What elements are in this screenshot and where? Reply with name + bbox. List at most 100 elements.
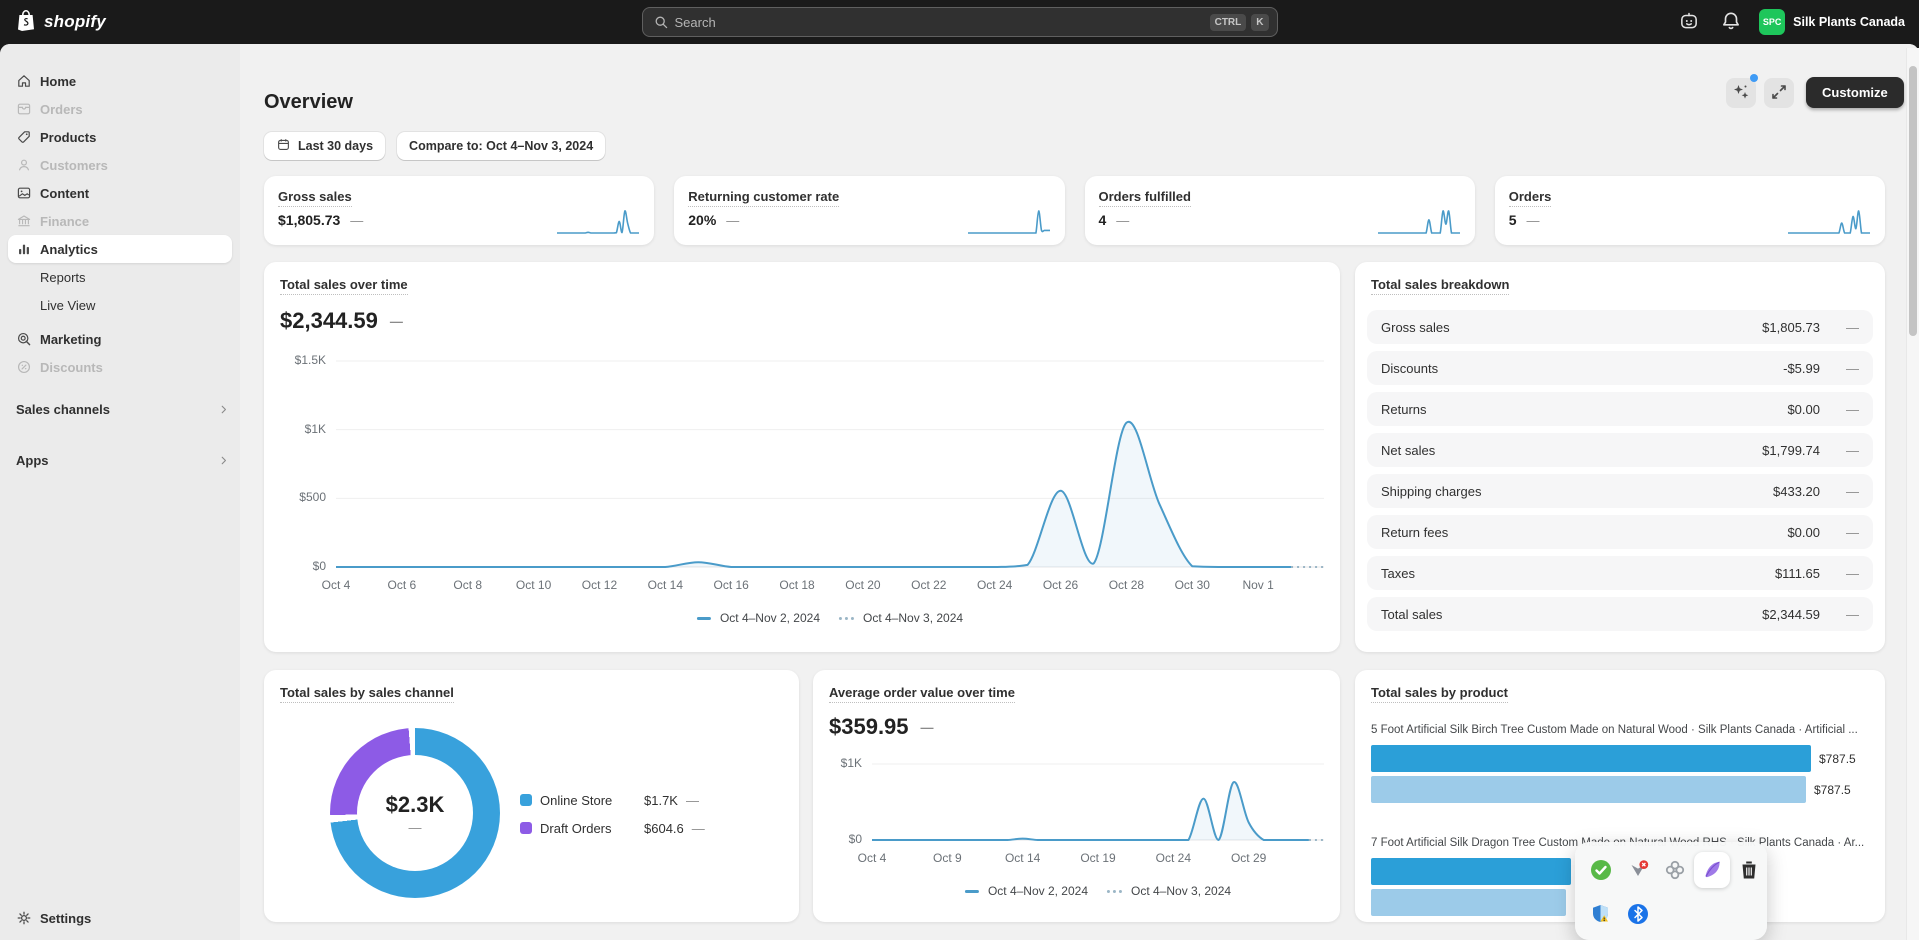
metric-value: 4 bbox=[1098, 212, 1107, 228]
compare-label: Compare to: Oct 4–Nov 3, 2024 bbox=[409, 139, 594, 153]
filter-row: Last 30 days Compare to: Oct 4–Nov 3, 20… bbox=[264, 132, 606, 160]
shield-warning-icon[interactable] bbox=[1589, 902, 1613, 926]
breakdown-row-return-fees[interactable]: Return fees $0.00 — bbox=[1367, 515, 1873, 549]
x-axis-label: Oct 29 bbox=[1230, 851, 1267, 865]
feather-icon[interactable] bbox=[1700, 858, 1724, 882]
sidebar-item-orders[interactable]: Orders bbox=[8, 95, 232, 123]
shopify-bag-icon bbox=[14, 8, 38, 37]
y-axis-label: $0 bbox=[848, 832, 862, 846]
trash-icon[interactable] bbox=[1737, 858, 1761, 882]
x-axis-label: Oct 8 bbox=[453, 578, 483, 592]
clover-icon[interactable] bbox=[1663, 858, 1687, 882]
x-axis-label: Oct 19 bbox=[1080, 851, 1116, 865]
compare-button[interactable]: Compare to: Oct 4–Nov 3, 2024 bbox=[397, 132, 606, 160]
calendar-icon bbox=[276, 137, 291, 155]
sidebar-section-sales-channels[interactable]: Sales channels bbox=[0, 395, 240, 423]
sidebar-nav: Home Orders Products Customers Content Financ… bbox=[8, 67, 232, 381]
sidebar-item-reports[interactable]: Reports bbox=[8, 263, 232, 291]
x-axis-label: Oct 26 bbox=[1042, 578, 1079, 592]
x-axis-label: Nov 1 bbox=[1242, 578, 1274, 592]
no-comparison-marker: — bbox=[726, 212, 740, 228]
legend-previous-label: Oct 4–Nov 3, 2024 bbox=[1131, 884, 1232, 898]
sidekick-icon bbox=[1678, 12, 1700, 35]
sidebar-item-label: Home bbox=[40, 73, 77, 89]
x-axis-label: Oct 10 bbox=[515, 578, 552, 592]
metric-sparkline bbox=[1787, 206, 1871, 241]
total-sales-breakdown-title[interactable]: Total sales breakdown bbox=[1371, 277, 1510, 295]
store-name: Silk Plants Canada bbox=[1793, 15, 1905, 29]
customize-button[interactable]: Customize bbox=[1806, 77, 1904, 108]
x-axis-label: Oct 12 bbox=[581, 578, 618, 592]
bluetooth-icon[interactable] bbox=[1626, 902, 1650, 926]
sidebar-item-marketing[interactable]: Marketing bbox=[8, 325, 232, 353]
store-account-menu[interactable]: SPC Silk Plants Canada bbox=[1759, 9, 1905, 35]
sidebar-item-label: Products bbox=[40, 129, 97, 145]
x-axis-label: Oct 24 bbox=[1155, 851, 1192, 865]
sidebar-item-content[interactable]: Content bbox=[8, 179, 232, 207]
x-axis-label: Oct 18 bbox=[779, 578, 815, 592]
total-sales-by-product-title[interactable]: Total sales by product bbox=[1371, 685, 1509, 703]
breakdown-row-discounts[interactable]: Discounts -$5.99 — bbox=[1367, 351, 1873, 385]
metric-title: Orders fulfilled bbox=[1098, 189, 1191, 207]
x-axis-label: Oct 24 bbox=[976, 578, 1013, 592]
sidebar-item-analytics[interactable]: Analytics bbox=[8, 235, 232, 263]
discounts-icon bbox=[16, 359, 32, 375]
notification-dot bbox=[1750, 74, 1758, 82]
metric-card-gross-sales[interactable]: Gross sales $1,805.73 — bbox=[264, 176, 655, 245]
no-comparison-marker: — bbox=[1846, 319, 1859, 335]
total-sales-value: $2,344.59 bbox=[280, 308, 378, 333]
no-comparison-marker: — bbox=[1846, 442, 1859, 458]
x-axis-label: Oct 14 bbox=[647, 578, 684, 592]
total-sales-breakdown-card: Total sales breakdown Gross sales $1,805.… bbox=[1355, 262, 1885, 652]
breakdown-row-gross-sales[interactable]: Gross sales $1,805.73 — bbox=[1367, 310, 1873, 344]
search-icon bbox=[653, 14, 669, 30]
y-axis-label: $1.5K bbox=[294, 353, 326, 367]
breakdown-row-net-sales[interactable]: Net sales $1,799.74 — bbox=[1367, 433, 1873, 467]
average-order-value-title[interactable]: Average order value over time bbox=[829, 685, 1015, 703]
analytics-assistant-button[interactable] bbox=[1726, 78, 1756, 108]
y-axis-label: $500 bbox=[299, 490, 326, 505]
page-scrollbar[interactable] bbox=[1906, 48, 1919, 940]
date-range-button[interactable]: Last 30 days bbox=[264, 132, 386, 160]
breakdown-row-taxes[interactable]: Taxes $111.65 — bbox=[1367, 556, 1873, 590]
donut-total: $2.3K bbox=[385, 791, 445, 817]
sidebar-item-label: Settings bbox=[40, 910, 92, 926]
no-comparison-marker: — bbox=[1846, 360, 1859, 376]
page-title: Overview bbox=[264, 91, 353, 114]
metric-card-returning-customer-rate[interactable]: Returning customer rate 20% — bbox=[674, 176, 1065, 245]
sidebar-item-customers[interactable]: Customers bbox=[8, 151, 232, 179]
product-name: 5 Foot Artificial Silk Birch Tree Custom… bbox=[1371, 724, 1858, 736]
global-search-input[interactable]: Search CTRL K bbox=[641, 7, 1278, 37]
fullscreen-button[interactable] bbox=[1764, 78, 1794, 108]
sidebar-item-discounts[interactable]: Discounts bbox=[8, 353, 232, 381]
metric-card-orders-fulfilled[interactable]: Orders fulfilled 4 — bbox=[1084, 176, 1475, 245]
shopify-wordmark: shopify bbox=[44, 12, 106, 31]
main-content: Overview Customize Last 30 days Compare … bbox=[240, 44, 1919, 940]
breakdown-row-returns[interactable]: Returns $0.00 — bbox=[1367, 392, 1873, 426]
shopify-logo[interactable]: shopify bbox=[0, 8, 106, 37]
sidebar-item-finance[interactable]: Finance bbox=[8, 207, 232, 235]
browser-extension-toolbar bbox=[1575, 842, 1767, 940]
gray-logo-red-badge-icon[interactable] bbox=[1626, 858, 1650, 882]
total-sales-by-channel-title[interactable]: Total sales by sales channel bbox=[280, 685, 454, 703]
no-comparison-marker: — bbox=[1116, 212, 1130, 228]
breakdown-row-total-sales[interactable]: Total sales $2,344.59 — bbox=[1367, 597, 1873, 631]
legend-swatch bbox=[520, 794, 532, 806]
sidebar-section-apps[interactable]: Apps bbox=[0, 446, 240, 474]
product-bar-row: $787.5 bbox=[1371, 776, 1871, 803]
sidebar-item-settings[interactable]: Settings bbox=[8, 904, 232, 932]
sidebar-item-live-view[interactable]: Live View bbox=[8, 291, 232, 319]
green-check-icon[interactable] bbox=[1589, 858, 1613, 882]
sidekick-assistant-button[interactable] bbox=[1675, 8, 1703, 36]
breakdown-row-shipping-charges[interactable]: Shipping charges $433.20 — bbox=[1367, 474, 1873, 508]
sidebar-item-products[interactable]: Products bbox=[8, 123, 232, 151]
total-sales-over-time-title[interactable]: Total sales over time bbox=[280, 277, 408, 295]
metric-card-orders[interactable]: Orders 5— bbox=[1494, 176, 1885, 245]
average_order_value_over_time-plot bbox=[871, 763, 1324, 841]
legend-swatch bbox=[520, 822, 532, 834]
breakdown-label: Discounts bbox=[1381, 360, 1439, 376]
chart-legend: Oct 4–Nov 2, 2024 Oct 4–Nov 3, 2024 bbox=[964, 884, 1232, 898]
notifications-button[interactable] bbox=[1717, 8, 1745, 36]
scrollbar-thumb[interactable] bbox=[1909, 66, 1917, 336]
sidebar-item-home[interactable]: Home bbox=[8, 67, 232, 95]
